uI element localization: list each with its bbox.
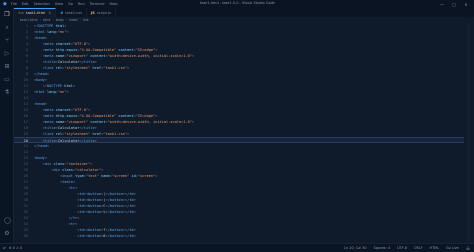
- files-icon[interactable]: ❐: [4, 12, 10, 18]
- window-controls: — ▢ ✕: [436, 0, 472, 8]
- settings-icon[interactable]: ⚙: [4, 231, 10, 237]
- js-file-icon: JS: [90, 10, 95, 15]
- remote-explorer-icon[interactable]: ▭: [4, 77, 10, 83]
- go-live-button[interactable]: Go Live: [446, 246, 459, 250]
- close-tab-icon[interactable]: ✕: [48, 11, 51, 15]
- code-line[interactable]: 36 <td><button>8</button></td>: [14, 233, 464, 239]
- status-bar: ⇄ ⊗ 0 ⚠ 0 Ln 20, Col 30 Spaces: 4 UTF-8 …: [0, 243, 474, 252]
- menu-view[interactable]: View: [55, 2, 63, 6]
- indentation[interactable]: Spaces: 4: [374, 246, 390, 250]
- encoding[interactable]: UTF-8: [397, 246, 407, 250]
- remote-icon[interactable]: ⇄: [3, 246, 6, 250]
- breadcrumb-item[interactable]: link: [83, 18, 89, 22]
- breadcrumb-item[interactable]: html: [43, 18, 51, 22]
- chevron-right-icon: ›: [79, 18, 81, 22]
- breadcrumb-item[interactable]: body: [56, 18, 64, 22]
- html-file-icon: <>: [18, 11, 25, 15]
- chevron-right-icon: ›: [65, 18, 68, 22]
- scrollbar[interactable]: [467, 23, 470, 243]
- extensions-icon[interactable]: ⊞: [4, 64, 10, 70]
- source-control-icon[interactable]: ⑂: [4, 38, 10, 44]
- bell-icon[interactable]: 🔔︎: [466, 246, 470, 250]
- problems-indicator[interactable]: ⊗ 0 ⚠ 0: [9, 246, 22, 250]
- menu-edit[interactable]: Edit: [22, 2, 29, 6]
- account-icon[interactable]: ◯: [4, 218, 11, 224]
- menu-terminal[interactable]: Terminal: [90, 2, 105, 6]
- activity-bar: ❐ ⌕ ⑂ ▷ ⊞ ▭ ⚗ ◯ ⚙: [0, 8, 14, 252]
- tab-label: task1.html: [26, 11, 46, 15]
- window-title: task1.html - task1.0.0 - Visual Studio C…: [200, 1, 275, 5]
- css-file-icon: #: [60, 10, 64, 15]
- menu-selection[interactable]: Selection: [34, 2, 50, 6]
- line-number: 36: [23, 234, 28, 238]
- tab-label: script.js: [96, 10, 111, 15]
- menu-help[interactable]: Help: [109, 2, 117, 6]
- minimize-icon[interactable]: —: [436, 2, 448, 7]
- breadcrumb-item[interactable]: head: [69, 18, 77, 22]
- tab-label: task1.css: [65, 10, 82, 15]
- editor-tabs: <> task1.html ✕ # task1.css JS script.js: [14, 8, 474, 17]
- maximize-icon[interactable]: ▢: [448, 2, 460, 7]
- close-icon[interactable]: ✕: [460, 2, 472, 7]
- testing-icon[interactable]: ⚗: [4, 90, 10, 96]
- run-debug-icon[interactable]: ▷: [4, 51, 10, 57]
- code-text: <td><button>8</button></td>: [77, 234, 136, 238]
- title-bar: ◆ File Edit Selection View Go Run Termin…: [0, 0, 474, 8]
- menu-go[interactable]: Go: [68, 2, 73, 6]
- cursor-position[interactable]: Ln 20, Col 30: [344, 246, 366, 250]
- search-icon[interactable]: ⌕: [4, 25, 10, 31]
- vscode-logo-icon: ◆: [3, 0, 7, 7]
- chevron-right-icon: ›: [52, 18, 54, 22]
- chevron-right-icon: ›: [39, 18, 41, 22]
- code-editor[interactable]: 1 <!DOCTYPE html> 2 <html lang="en"> 3 <head>…: [14, 23, 474, 243]
- tab-script-js[interactable]: JS script.js: [87, 8, 116, 17]
- tab-task1-css[interactable]: # task1.css: [56, 8, 87, 17]
- breadcrumb-item[interactable]: task1.html: [20, 18, 38, 22]
- tab-task1-html[interactable]: <> task1.html ✕: [14, 8, 57, 17]
- menu-run[interactable]: Run: [78, 2, 85, 6]
- menu-file[interactable]: File: [11, 2, 17, 6]
- end-of-line[interactable]: CRLF: [414, 246, 423, 250]
- language-mode[interactable]: HTML: [430, 246, 439, 250]
